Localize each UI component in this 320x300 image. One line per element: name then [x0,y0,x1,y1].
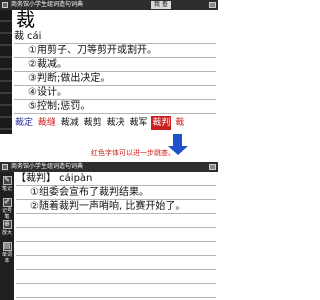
zoom-button[interactable]: ⊕ 放大 [0,220,14,236]
sense-line: ①用剪子、刀等剪开或割开。 [14,44,216,58]
note-icon: ✎ [2,176,12,185]
sense-line: ⑤控制;惩罚。 [14,100,216,114]
menu-icon[interactable] [209,2,216,8]
hint-text: 红色字体可以进一步跳查。 [91,149,175,157]
word-link-selected[interactable]: 裁判 [151,116,172,130]
word-link[interactable]: 裁减 [60,116,80,130]
dictionary-panel-top: 商务馆小学生组词造句词典 我 查 裁 裁 cái ①用剪子、刀等剪开或割开。 ②裁… [0,0,218,134]
highlighter-button[interactable]: ✐ 记号笔 [0,198,14,220]
blank-line [16,242,216,256]
book-icon: ▤ [2,242,12,251]
word-link[interactable]: 裁军 [128,116,148,130]
word-link[interactable]: 裁决 [106,116,126,130]
title-bar: 商务馆小学生组词造句词典 [0,162,218,172]
word-link[interactable]: 裁 [174,116,185,130]
pen-icon: ✐ [2,198,12,207]
app-icon[interactable] [2,164,8,170]
entry-content: 裁 裁 cái ①用剪子、刀等剪开或割开。 ②裁减。 ③判断;做出决定。 ④设计。… [14,10,218,134]
word-link[interactable]: 裁剪 [83,116,103,130]
wordbook-button[interactable]: ▤ 单词本 [0,242,14,264]
example-line: ②随着裁判一声哨响, 比赛开始了。 [16,200,216,214]
sense-line: ②裁减。 [14,58,216,72]
sidebar-ruler [0,10,12,134]
app-icon[interactable] [2,2,8,8]
menu-icon[interactable] [209,164,216,170]
highlighter-label: 记号笔 [1,208,12,220]
word-link[interactable]: 裁缝 [37,116,57,130]
tool-sidebar: ✎ 笔记 ✐ 记号笔 ⊕ 放大 ▤ 单词本 [0,172,14,300]
example-line: ①组委会宣布了裁判结果。 [16,186,216,200]
sense-line: ③判断;做出决定。 [14,72,216,86]
blank-line [16,228,216,242]
entry-line: 【裁判】 cáipàn [16,172,216,186]
related-words-bar: 裁定 裁缝 裁减 裁剪 裁决 裁军 裁判 裁 [14,116,218,130]
sense-line: ④设计。 [14,86,216,100]
entry-content: 【裁判】 cáipàn ①组委会宣布了裁判结果。 ②随着裁判一声哨响, 比赛开始… [16,172,218,300]
search-tag[interactable]: 我 查 [151,1,171,9]
notes-button[interactable]: ✎ 笔记 [0,176,14,192]
blank-line [16,256,216,270]
notes-label: 笔记 [1,186,12,192]
blank-line [16,214,216,228]
app-title: 商务馆小学生组词造句词典 [11,163,84,170]
entry-line: 裁 cái [14,30,216,44]
dictionary-panel-bottom: 商务馆小学生组词造句词典 ✎ 笔记 ✐ 记号笔 ⊕ 放大 ▤ 单词本 【裁判】 … [0,162,218,300]
blank-line [16,284,216,298]
arrow-down-icon [173,134,182,146]
blank-line [16,270,216,284]
head-character: 裁 [16,9,36,31]
entry-char: 裁 [14,31,24,42]
zoom-label: 放大 [1,230,12,236]
wordbook-label: 单词本 [1,252,12,264]
magnifier-icon: ⊕ [2,220,12,229]
transition-area: 红色字体可以进一步跳查。 [0,134,218,162]
word-link[interactable]: 裁定 [14,116,34,130]
entry-pinyin: cái [27,31,42,42]
